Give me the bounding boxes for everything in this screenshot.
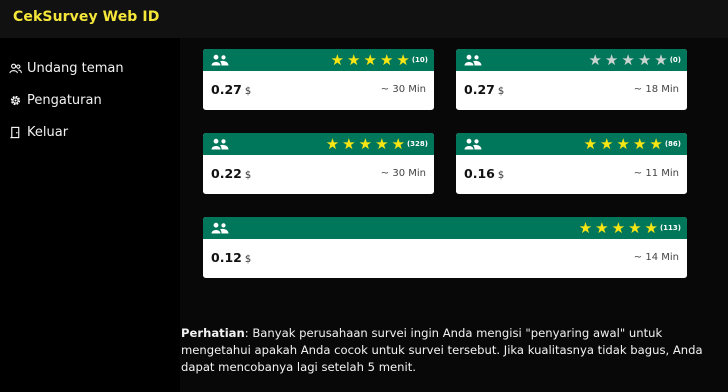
users-icon xyxy=(464,138,482,150)
users-icon xyxy=(211,54,229,66)
star-icon: ★ xyxy=(600,135,614,153)
survey-duration: ~ 30 Min xyxy=(380,84,426,95)
survey-card[interactable]: ★ ★ ★ ★ ★ (328) 0.22 $ ~ 30 Min xyxy=(203,133,434,194)
survey-reward: 0.12 $ xyxy=(211,250,252,265)
survey-reward: 0.22 $ xyxy=(211,166,252,181)
sidebar: Undang teman Pengaturan Keluar xyxy=(0,38,180,392)
rating-stars: ★ ★ ★ ★ ★ (328) xyxy=(323,135,428,153)
sidebar-item-label: Undang teman xyxy=(27,60,124,76)
star-icon: ★ xyxy=(358,135,373,153)
users-icon xyxy=(211,138,229,150)
users-icon xyxy=(8,61,22,75)
survey-card[interactable]: ★ ★ ★ ★ ★ (0) 0.27 $ ~ 18 Min xyxy=(456,49,687,110)
survey-duration: ~ 11 Min xyxy=(633,168,679,179)
survey-card-header: ★ ★ ★ ★ ★ (328) xyxy=(203,133,434,155)
star-icon: ★ xyxy=(375,135,389,153)
notice-label: Perhatian xyxy=(181,326,245,340)
review-count: (10) xyxy=(411,56,428,64)
star-icon: ★ xyxy=(654,51,668,69)
sidebar-item-keluar[interactable]: Keluar xyxy=(8,122,68,142)
logout-icon xyxy=(8,125,22,139)
review-count: (113) xyxy=(659,224,681,232)
star-icon: ★ xyxy=(342,135,356,153)
survey-reward: 0.27 $ xyxy=(211,82,252,97)
rating-stars: ★ ★ ★ ★ ★ (0) xyxy=(585,51,681,69)
app-header: CekSurvey Web ID xyxy=(0,0,728,38)
star-icon: ★ xyxy=(611,219,626,237)
gear-icon xyxy=(8,93,22,107)
star-icon: ★ xyxy=(649,135,663,153)
survey-reward: 0.27 $ xyxy=(464,82,505,97)
survey-duration: ~ 14 Min xyxy=(633,252,679,263)
star-icon: ★ xyxy=(604,51,619,69)
star-icon: ★ xyxy=(644,219,658,237)
star-icon: ★ xyxy=(583,135,598,153)
survey-card-header: ★ ★ ★ ★ ★ (0) xyxy=(456,49,687,71)
users-icon xyxy=(211,222,229,234)
survey-card-header: ★ ★ ★ ★ ★ (10) xyxy=(203,49,434,71)
survey-card[interactable]: ★ ★ ★ ★ ★ (86) 0.16 $ ~ 11 Min xyxy=(456,133,687,194)
rating-stars: ★ ★ ★ ★ ★ (113) xyxy=(576,219,681,237)
sidebar-item-undang-teman[interactable]: Undang teman xyxy=(8,58,124,78)
sidebar-item-label: Pengaturan xyxy=(27,92,102,108)
survey-card[interactable]: ★ ★ ★ ★ ★ (113) 0.12 $ ~ 14 Min xyxy=(203,217,687,278)
survey-duration: ~ 18 Min xyxy=(633,84,679,95)
app-title[interactable]: CekSurvey Web ID xyxy=(13,9,159,25)
star-icon: ★ xyxy=(391,135,405,153)
star-icon: ★ xyxy=(628,219,642,237)
notice-text: Perhatian: Banyak perusahaan survei ingi… xyxy=(181,325,711,376)
star-icon: ★ xyxy=(632,135,647,153)
survey-duration: ~ 30 Min xyxy=(380,168,426,179)
review-count: (328) xyxy=(406,140,428,148)
rating-stars: ★ ★ ★ ★ ★ (10) xyxy=(328,51,428,69)
star-icon: ★ xyxy=(588,51,602,69)
rating-stars: ★ ★ ★ ★ ★ (86) xyxy=(581,135,681,153)
star-icon: ★ xyxy=(396,51,410,69)
notice-body: : Banyak perusahaan survei ingin Anda me… xyxy=(181,326,703,374)
star-icon: ★ xyxy=(325,135,340,153)
survey-card[interactable]: ★ ★ ★ ★ ★ (10) 0.27 $ ~ 30 Min xyxy=(203,49,434,110)
survey-reward: 0.16 $ xyxy=(464,166,505,181)
star-icon: ★ xyxy=(616,135,630,153)
survey-card-header: ★ ★ ★ ★ ★ (113) xyxy=(203,217,687,239)
review-count: (86) xyxy=(664,140,681,148)
star-icon: ★ xyxy=(595,219,609,237)
sidebar-item-pengaturan[interactable]: Pengaturan xyxy=(8,90,102,110)
survey-card-header: ★ ★ ★ ★ ★ (86) xyxy=(456,133,687,155)
review-count: (0) xyxy=(669,56,681,64)
star-icon: ★ xyxy=(621,51,635,69)
star-icon: ★ xyxy=(347,51,361,69)
star-icon: ★ xyxy=(379,51,394,69)
star-icon: ★ xyxy=(578,219,593,237)
star-icon: ★ xyxy=(363,51,377,69)
star-icon: ★ xyxy=(330,51,345,69)
star-icon: ★ xyxy=(637,51,652,69)
users-icon xyxy=(464,54,482,66)
sidebar-item-label: Keluar xyxy=(27,124,69,140)
